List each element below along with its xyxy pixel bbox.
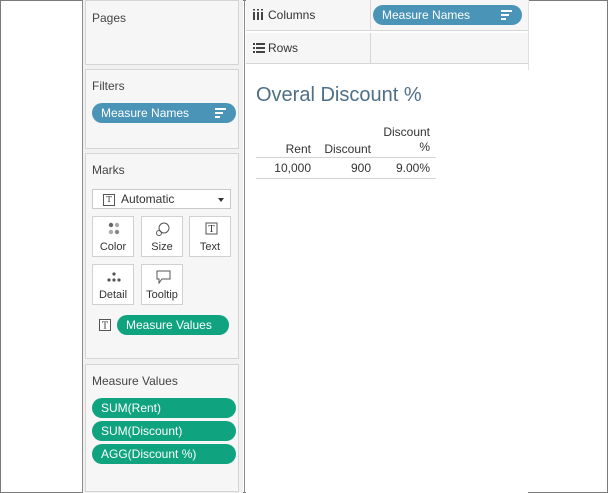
text-icon: T <box>205 222 218 235</box>
color-label: Color <box>99 241 127 253</box>
divider <box>528 0 529 70</box>
table-cell[interactable]: 10,000 <box>256 161 311 175</box>
svg-text:T: T <box>208 225 214 235</box>
pages-title: Pages <box>92 11 127 25</box>
columns-pill-measure-names[interactable]: Measure Names <box>373 5 522 25</box>
measure-pill-label: AGG(Discount %) <box>101 447 197 461</box>
measure-values-text-pill[interactable]: Measure Values <box>117 315 229 335</box>
size-icon <box>156 222 170 236</box>
column-header[interactable]: Rent <box>256 142 311 156</box>
filter-pill-label: Measure Names <box>101 106 190 120</box>
view-title: Overal Discount % <box>256 84 422 106</box>
detail-label: Detail <box>98 289 128 301</box>
text-encoding-icon: T <box>99 319 111 331</box>
size-label: Size <box>151 241 173 253</box>
rows-shelf[interactable]: Rows <box>246 33 528 64</box>
detail-button[interactable]: Detail <box>92 264 134 305</box>
worksheet-area: Columns Measure Names Rows Overal Discou… <box>246 0 528 493</box>
text-button[interactable]: T Text <box>189 216 231 257</box>
mark-type-select[interactable]: T Automatic <box>92 189 231 209</box>
columns-pill-label: Measure Names <box>382 8 471 22</box>
column-header-unit[interactable]: % <box>374 140 430 154</box>
filter-pill-measure-names[interactable]: Measure Names <box>92 103 236 123</box>
filters-title: Filters <box>92 79 125 93</box>
color-button[interactable]: Color <box>92 216 134 257</box>
svg-text:T: T <box>102 322 108 332</box>
filters-card[interactable]: Filters Measure Names <box>85 69 239 149</box>
rows-icon <box>253 43 265 53</box>
columns-shelf[interactable]: Columns Measure Names <box>246 0 528 31</box>
column-header[interactable]: Discount <box>374 125 430 139</box>
sort-icon <box>501 10 512 20</box>
measure-values-title: Measure Values <box>92 374 178 388</box>
text-mark-icon: T <box>103 194 115 206</box>
pages-card[interactable]: Pages <box>85 0 239 65</box>
chevron-down-icon <box>218 198 224 202</box>
table-cell[interactable]: 9.00% <box>374 161 430 175</box>
detail-icon <box>107 272 121 282</box>
measure-pill-label: SUM(Rent) <box>101 401 162 415</box>
columns-label: Columns <box>268 8 316 22</box>
sort-icon <box>215 108 226 118</box>
column-header[interactable]: Discount <box>314 142 371 156</box>
tooltip-icon <box>156 270 171 284</box>
color-icon <box>108 222 120 235</box>
shelf-divider <box>370 33 371 63</box>
table-cell[interactable]: 900 <box>314 161 371 175</box>
measure-pill[interactable]: SUM(Rent) <box>92 398 236 418</box>
columns-icon <box>253 9 263 20</box>
measure-pill[interactable]: AGG(Discount %) <box>92 444 236 464</box>
measure-values-text-pill-label: Measure Values <box>126 318 212 332</box>
measure-pill[interactable]: SUM(Discount) <box>92 421 236 441</box>
header-divider <box>256 157 436 158</box>
measure-pill-label: SUM(Discount) <box>101 424 183 438</box>
rows-label: Rows <box>268 41 299 55</box>
marks-card[interactable]: Marks T Automatic Color Size T Text Deta… <box>85 153 239 359</box>
tooltip-label: Tooltip <box>146 289 178 301</box>
marks-title: Marks <box>92 163 125 177</box>
left-margin <box>1 1 82 492</box>
tooltip-button[interactable]: Tooltip <box>141 264 183 305</box>
measure-values-card[interactable]: Measure Values SUM(Rent) SUM(Discount) A… <box>85 364 239 492</box>
shelf-divider <box>370 0 371 30</box>
mark-type-value: Automatic <box>121 192 175 206</box>
divider <box>244 0 245 493</box>
left-panel: Pages Filters Measure Names Marks T Auto… <box>83 0 243 493</box>
row-divider <box>256 178 436 179</box>
size-button[interactable]: Size <box>141 216 183 257</box>
text-label: Text <box>199 241 221 253</box>
